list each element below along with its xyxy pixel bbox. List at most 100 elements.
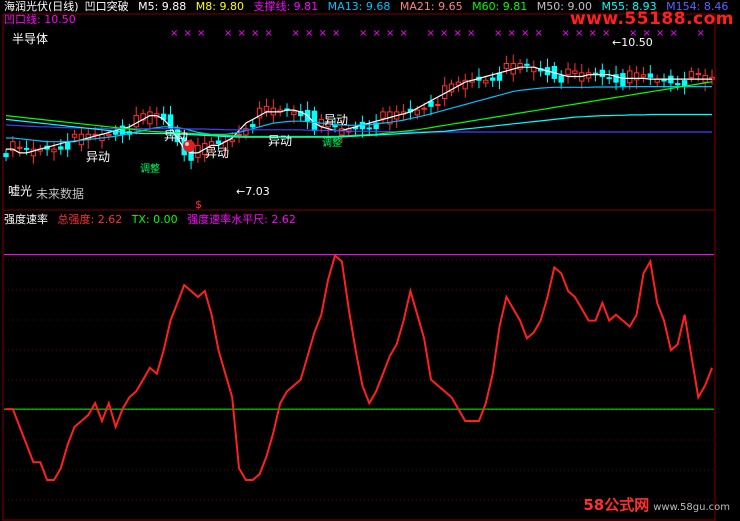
red-ball-marker bbox=[183, 140, 195, 152]
annotation-tiaozhan-1: 调整 bbox=[140, 162, 160, 175]
candle-body bbox=[133, 115, 139, 128]
legend-ma21: MA21: 9.65 bbox=[399, 0, 463, 13]
candle-body bbox=[71, 133, 78, 138]
candle-body bbox=[263, 105, 270, 112]
cross-marker: × bbox=[386, 28, 394, 39]
candle-body bbox=[558, 75, 564, 83]
moving-average-lines bbox=[5, 66, 713, 154]
annotation-yidong-2: 异动 bbox=[164, 129, 188, 143]
annotation-price-high: ←10.50 bbox=[612, 36, 653, 49]
cross-marker: × bbox=[238, 28, 246, 39]
cross-marker: × bbox=[265, 28, 273, 39]
red-ball-highlight bbox=[185, 142, 189, 146]
lower-legend-ruler: 强度速率水平尺: 2.62 bbox=[187, 213, 296, 226]
cross-marker: × bbox=[251, 28, 259, 39]
cross-marker: × bbox=[454, 28, 462, 39]
annotation-yidong-5: 异动 bbox=[324, 113, 348, 127]
cross-marker: × bbox=[224, 28, 232, 39]
lower-grid bbox=[4, 259, 714, 501]
chart-canvas: × × × × × × × × × × × × × × × × × × × × × × × × × × × × × × × × 异动 异动 异… bbox=[2, 13, 716, 521]
annotation-tiaozhan-2: 调整 bbox=[322, 136, 342, 149]
annotation-no-data: 未来数据 bbox=[36, 186, 84, 201]
cross-marker: × bbox=[656, 28, 664, 39]
candle-body bbox=[695, 73, 701, 76]
candle-body bbox=[688, 71, 695, 79]
candle-body bbox=[503, 63, 510, 69]
candle-body bbox=[675, 83, 681, 86]
candle-body bbox=[435, 103, 441, 106]
annotation-yidong-1: 异动 bbox=[86, 150, 110, 164]
watermark-url: www.58gu.com bbox=[653, 502, 730, 513]
candle-body bbox=[58, 146, 64, 150]
cross-marker: × bbox=[494, 28, 502, 39]
candle-body bbox=[3, 153, 9, 158]
watermark-bottom: 58公式网 www.58gu.com bbox=[583, 494, 730, 515]
candle-body bbox=[599, 69, 606, 78]
candlesticks bbox=[3, 54, 715, 170]
candle-body bbox=[647, 73, 654, 78]
cross-marker: × bbox=[400, 28, 408, 39]
candle-body bbox=[565, 68, 571, 76]
candle-body bbox=[640, 74, 647, 78]
upper-panel-frame bbox=[2, 13, 716, 211]
cross-marker: × bbox=[562, 28, 570, 39]
candle-body bbox=[106, 133, 112, 137]
watermark-brand: 58公式网 bbox=[583, 496, 650, 514]
sub-legend: 凹口线: 10.50 bbox=[4, 13, 82, 26]
sector-name: 半导体 bbox=[12, 32, 49, 46]
candle-body bbox=[620, 73, 626, 87]
candle-body bbox=[366, 127, 372, 130]
cross-marker: × bbox=[427, 28, 435, 39]
cross-marker: × bbox=[670, 28, 678, 39]
candle-body bbox=[489, 77, 496, 81]
cross-marker: × bbox=[184, 28, 192, 39]
candle-body bbox=[606, 77, 612, 80]
legend-m60: M60: 9.81 bbox=[472, 0, 528, 13]
cross-marker: × bbox=[602, 28, 610, 39]
cross-marker: × bbox=[319, 28, 327, 39]
legend-ma13: MA13: 9.68 bbox=[327, 0, 391, 13]
annotation-lower-label: 嘘光 bbox=[8, 184, 32, 198]
candle-body bbox=[17, 146, 23, 149]
cross-marker: × bbox=[359, 28, 367, 39]
legend-m8: M8: 9.80 bbox=[195, 0, 244, 13]
cross-marker: × bbox=[373, 28, 381, 39]
candle-body bbox=[51, 148, 57, 153]
strength-lines bbox=[4, 253, 714, 481]
cross-marker: × bbox=[508, 28, 516, 39]
cross-marker: × bbox=[292, 28, 300, 39]
ma-line-ma13 bbox=[6, 85, 712, 143]
cross-marker: × bbox=[589, 28, 597, 39]
cross-marker: × bbox=[305, 28, 313, 39]
cross-marker: × bbox=[332, 28, 340, 39]
candle-body bbox=[627, 70, 633, 84]
cross-marker: × bbox=[697, 28, 705, 39]
candle-body bbox=[524, 63, 530, 66]
annotation-dollar: $ bbox=[195, 198, 202, 211]
candle-body bbox=[291, 111, 297, 116]
ma-line-m5 bbox=[6, 66, 712, 154]
sector-label: 半导体 bbox=[12, 33, 54, 46]
cross-marker: × bbox=[170, 28, 178, 39]
total-strength-line bbox=[6, 253, 713, 481]
candle-body bbox=[64, 141, 71, 150]
indicator-name: 凹口突破 bbox=[84, 0, 129, 13]
notch-line-label: 凹口线: 10.50 bbox=[4, 13, 76, 26]
cross-marker: × bbox=[197, 28, 205, 39]
lower-legend-tx: TX: 0.00 bbox=[131, 213, 178, 226]
lower-legend-total: 总强度: 2.62 bbox=[57, 213, 123, 226]
cross-marker: × bbox=[535, 28, 543, 39]
candle-body bbox=[229, 139, 235, 143]
cross-marker: × bbox=[521, 28, 529, 39]
cross-marker: × bbox=[467, 28, 475, 39]
annotation-yidong-4: 异动 bbox=[268, 134, 292, 148]
cross-marker: × bbox=[575, 28, 583, 39]
stock-name: 海润光伏(日线) bbox=[4, 0, 79, 13]
watermark-top: www.55188.com bbox=[569, 9, 734, 29]
candle-body bbox=[119, 125, 126, 135]
legend-m5: M5: 9.88 bbox=[138, 0, 187, 13]
candle-body bbox=[250, 124, 256, 128]
cross-marker: × bbox=[440, 28, 448, 39]
candle-body bbox=[414, 109, 420, 116]
candle-body bbox=[23, 147, 30, 150]
